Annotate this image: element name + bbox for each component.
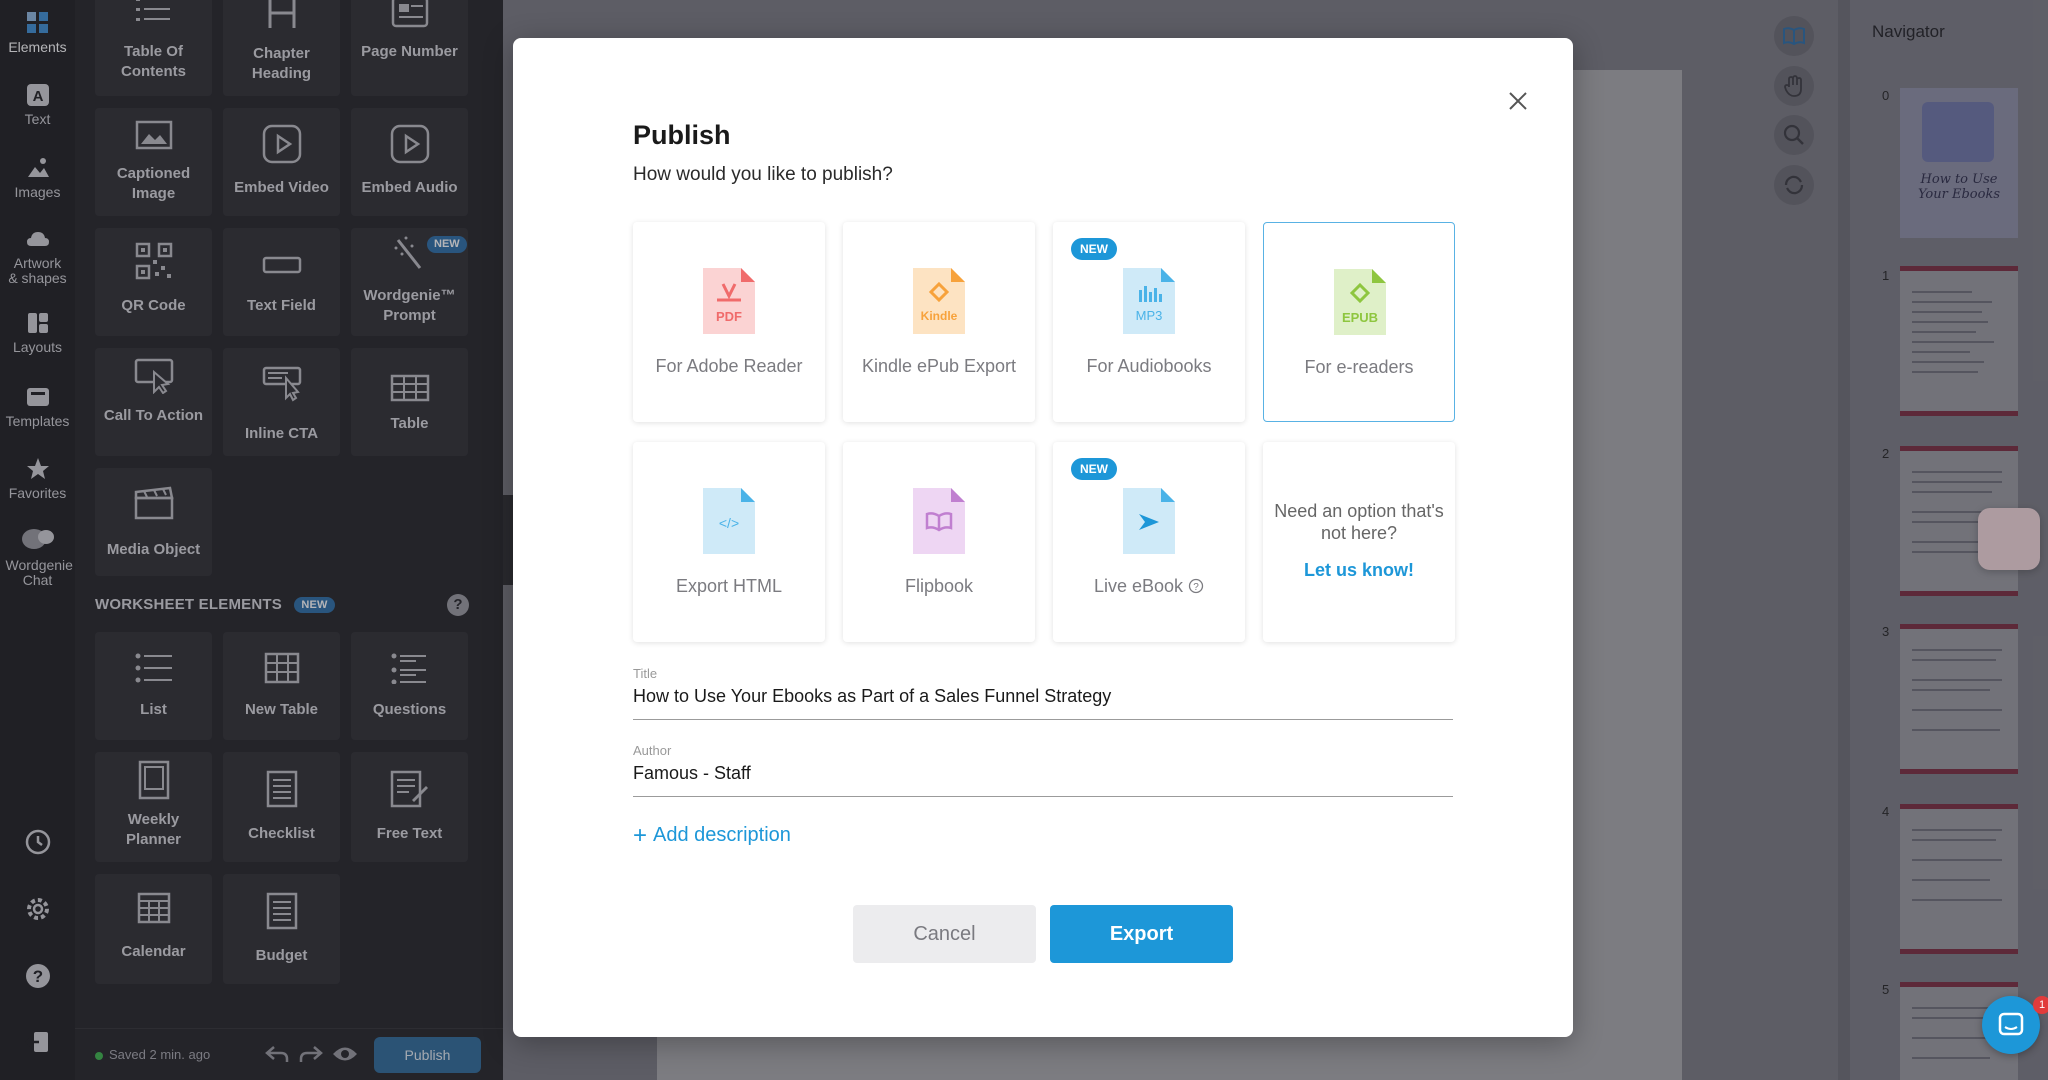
- title-field[interactable]: How to Use Your Ebooks as Part of a Sale…: [633, 686, 1453, 720]
- new-badge: NEW: [1071, 238, 1117, 260]
- option-request: Need an option that's not here? Let us k…: [1263, 442, 1455, 642]
- close-icon[interactable]: [1503, 86, 1533, 116]
- option-live-ebook[interactable]: NEW Live eBook ?: [1053, 442, 1245, 642]
- let-us-know-link[interactable]: Let us know!: [1263, 560, 1455, 581]
- option-label-text: Live eBook: [1093, 576, 1184, 596]
- svg-text:</>: </>: [719, 515, 739, 531]
- dialog-title: Publish: [633, 120, 731, 150]
- support-chat-button[interactable]: [1982, 996, 2040, 1054]
- add-description-link[interactable]: + Add description: [633, 822, 791, 850]
- info-icon[interactable]: ?: [1188, 578, 1204, 594]
- html-file-icon: </>: [703, 488, 755, 554]
- epub-file-icon: EPUB: [1334, 269, 1386, 335]
- add-description-text: Add description: [653, 824, 791, 846]
- option-label: For Audiobooks: [1086, 356, 1212, 376]
- chat-unread-badge: 1: [2033, 996, 2048, 1014]
- option-label: Export HTML: [675, 576, 783, 596]
- request-prompt: Need an option that's not here?: [1274, 501, 1444, 543]
- dialog-subtitle: How would you like to publish?: [633, 164, 893, 185]
- kindle-file-icon: Kindle: [913, 268, 965, 334]
- author-field-label: Author: [633, 743, 672, 758]
- pdf-file-icon: PDF: [703, 268, 755, 334]
- option-audiobooks[interactable]: NEW MP3 For Audiobooks: [1053, 222, 1245, 422]
- option-epub[interactable]: EPUB For e-readers: [1263, 222, 1455, 422]
- live-ebook-file-icon: [1123, 488, 1175, 554]
- option-label: For e-readers: [1304, 357, 1414, 377]
- option-kindle[interactable]: Kindle Kindle ePub Export: [843, 222, 1035, 422]
- option-label: Kindle ePub Export: [861, 356, 1017, 376]
- option-label: For Adobe Reader: [655, 356, 803, 376]
- svg-text:PDF: PDF: [716, 309, 742, 324]
- svg-text:Kindle: Kindle: [921, 309, 958, 323]
- flipbook-file-icon: [913, 488, 965, 554]
- mp3-file-icon: MP3: [1123, 268, 1175, 334]
- plus-icon: +: [633, 822, 648, 849]
- export-button[interactable]: Export: [1050, 905, 1233, 963]
- title-field-label: Title: [633, 666, 658, 681]
- app-root: Elements A Text Images Artwork & shapes …: [0, 0, 2048, 1080]
- option-html[interactable]: </> Export HTML: [633, 442, 825, 642]
- option-label: Live eBook ?: [1053, 576, 1245, 597]
- author-field[interactable]: Famous - Staff: [633, 763, 1453, 797]
- publish-dialog: Publish How would you like to publish? P…: [513, 38, 1573, 1037]
- option-label: Flipbook: [904, 576, 974, 596]
- option-flipbook[interactable]: Flipbook: [843, 442, 1035, 642]
- option-pdf[interactable]: PDF For Adobe Reader: [633, 222, 825, 422]
- new-badge: NEW: [1071, 458, 1117, 480]
- cancel-button[interactable]: Cancel: [853, 905, 1036, 963]
- svg-text:?: ?: [1193, 582, 1199, 593]
- chat-icon: [1998, 1012, 2024, 1036]
- svg-text:MP3: MP3: [1136, 308, 1163, 323]
- svg-text:EPUB: EPUB: [1342, 310, 1378, 325]
